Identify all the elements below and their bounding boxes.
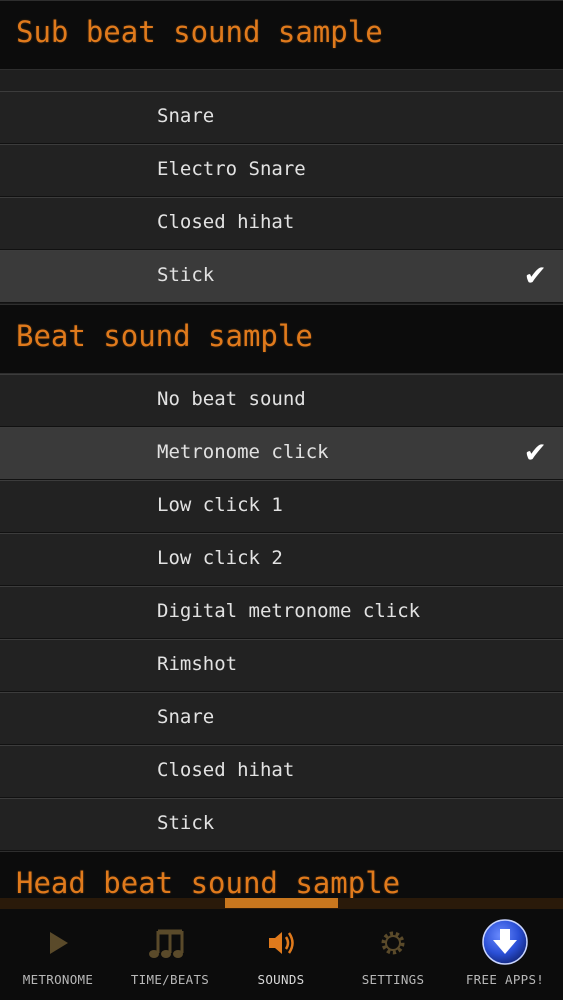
- tab-label: METRONOME: [22, 972, 94, 987]
- option-label: Stick: [157, 812, 215, 834]
- section-header-head-beat: Head beat sound sample: [0, 851, 563, 898]
- beat-option-digital-metronome-click[interactable]: Digital metronome click: [0, 586, 563, 639]
- tab-label: TIME/BEATS: [130, 972, 210, 987]
- option-label: Metronome click: [157, 441, 329, 463]
- option-label: Digital metronome click: [157, 600, 421, 622]
- gear-icon: [337, 923, 449, 963]
- beat-option-stick[interactable]: Stick: [0, 798, 563, 851]
- music-notes-icon: [114, 923, 226, 963]
- checkmark-icon: ✔: [523, 436, 547, 469]
- tab-settings[interactable]: SETTINGS: [337, 909, 449, 1000]
- sub-beat-option-electro-snare[interactable]: Electro Snare: [0, 144, 563, 197]
- bottom-tab-bar: METRONOME TIME/BEATS SOUNDS SETTINGS FRE…: [0, 909, 563, 1000]
- tab-label: SOUNDS: [257, 972, 305, 987]
- option-label: Closed hihat: [157, 211, 295, 233]
- option-label: No beat sound: [157, 388, 306, 410]
- download-icon: [449, 918, 561, 966]
- section-header-beat: Beat sound sample: [0, 304, 563, 374]
- tab-label: FREE APPS!: [465, 972, 545, 987]
- sub-beat-option-stick[interactable]: Stick ✔: [0, 250, 563, 303]
- section-title: Sub beat sound sample: [16, 15, 383, 49]
- tab-sounds[interactable]: SOUNDS: [225, 909, 337, 1000]
- sound-settings-list[interactable]: Sub beat sound sample Snare Electro Snar…: [0, 0, 563, 898]
- option-label: Low click 2: [157, 547, 283, 569]
- option-label: Snare: [157, 706, 215, 728]
- section-spacer: [0, 70, 563, 92]
- section-title: Head beat sound sample: [16, 866, 401, 898]
- beat-option-low-click-1[interactable]: Low click 1: [0, 480, 563, 533]
- speaker-icon: [225, 923, 337, 963]
- tab-time-beats[interactable]: TIME/BEATS: [114, 909, 226, 1000]
- sub-beat-option-closed-hihat[interactable]: Closed hihat: [0, 197, 563, 250]
- beat-option-low-click-2[interactable]: Low click 2: [0, 533, 563, 586]
- tab-indicator: [225, 898, 338, 908]
- section-header-sub-beat: Sub beat sound sample: [0, 0, 563, 70]
- checkmark-icon: ✔: [523, 259, 547, 292]
- option-label: Low click 1: [157, 494, 283, 516]
- tab-label: SETTINGS: [361, 972, 425, 987]
- sub-beat-option-snare[interactable]: Snare: [0, 91, 563, 144]
- tab-free-apps[interactable]: FREE APPS!: [449, 909, 561, 1000]
- option-label: Stick: [157, 264, 215, 286]
- option-label: Closed hihat: [157, 759, 295, 781]
- beat-option-snare[interactable]: Snare: [0, 692, 563, 745]
- option-label: Electro Snare: [157, 158, 306, 180]
- beat-option-no-beat-sound[interactable]: No beat sound: [0, 374, 563, 427]
- play-icon: [2, 923, 114, 963]
- option-label: Rimshot: [157, 653, 238, 675]
- tab-metronome[interactable]: METRONOME: [2, 909, 114, 1000]
- beat-option-metronome-click[interactable]: Metronome click ✔: [0, 427, 563, 480]
- beat-option-rimshot[interactable]: Rimshot: [0, 639, 563, 692]
- beat-option-closed-hihat[interactable]: Closed hihat: [0, 745, 563, 798]
- section-title: Beat sound sample: [16, 319, 313, 353]
- option-label: Snare: [157, 105, 215, 127]
